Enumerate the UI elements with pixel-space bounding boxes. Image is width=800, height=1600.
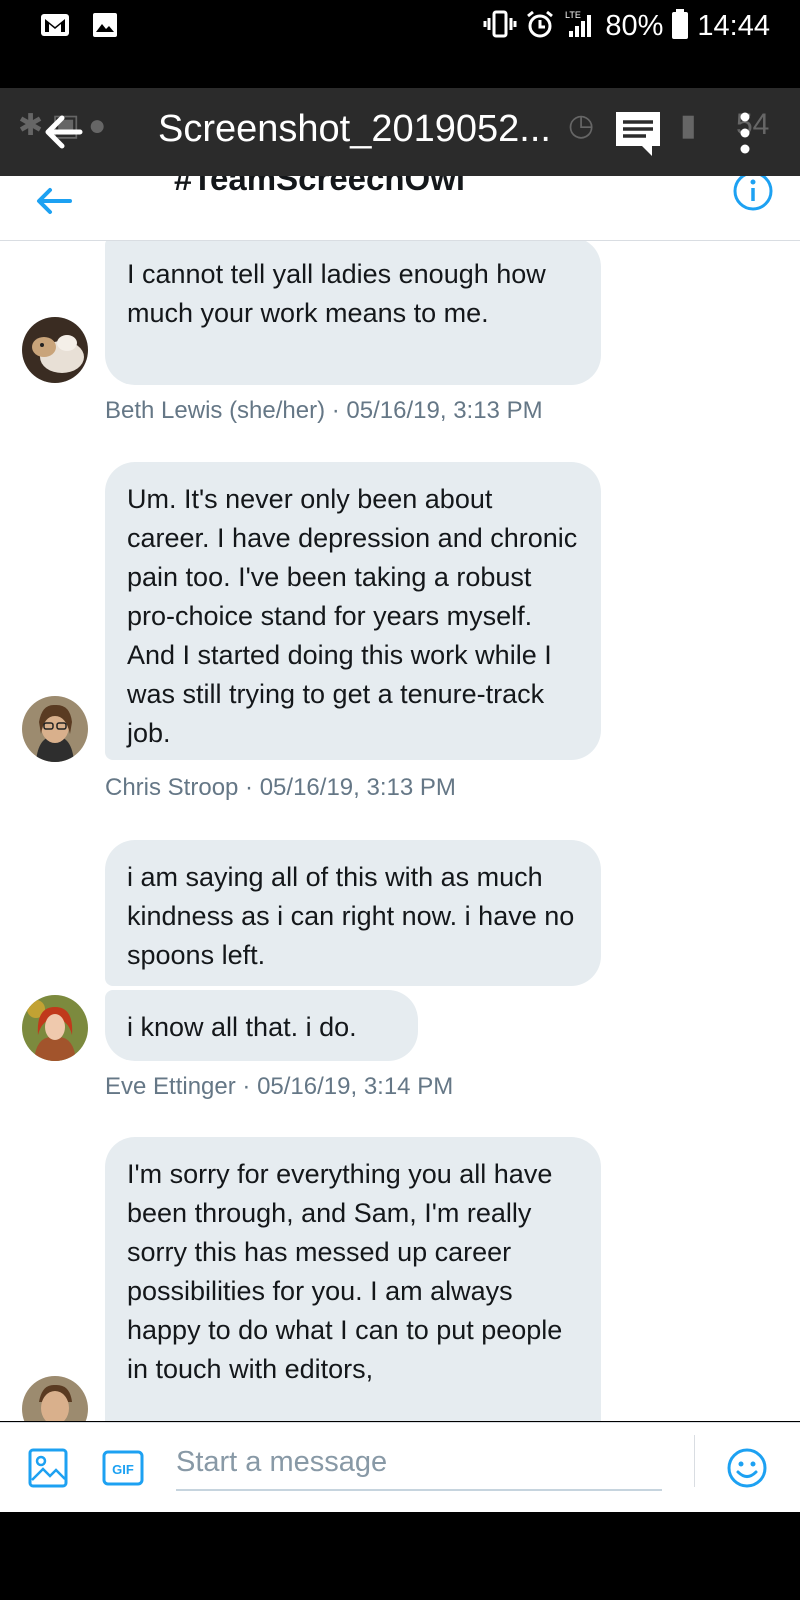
compose-divider — [694, 1435, 695, 1487]
ghost-alarm-icon: ◷ — [568, 109, 595, 142]
avatar-beth[interactable] — [22, 317, 88, 383]
back-arrow-icon[interactable] — [40, 108, 88, 156]
image-viewer-toolbar: ✱ ▣ ● ◷ ▮ 54 Screenshot_2019052... — [0, 88, 800, 176]
comment-icon[interactable] — [612, 108, 664, 160]
viewer-title: Screenshot_2019052... — [158, 108, 551, 150]
message-meta: Chris Stroop · 05/16/19, 3:13 PM — [105, 774, 456, 801]
avatar-chris[interactable] — [22, 696, 88, 762]
info-icon[interactable] — [732, 176, 774, 212]
gmail-icon — [40, 12, 70, 43]
status-bar: LTE 80% 14:44 — [0, 0, 800, 52]
image-upload-icon[interactable] — [28, 1448, 68, 1488]
message-bubble[interactable]: I cannot tell yall ladies enough how muc… — [105, 241, 601, 385]
message-bubble[interactable]: I'm sorry for everything you all have be… — [105, 1137, 601, 1421]
avatar-eve[interactable] — [22, 995, 88, 1061]
battery-icon — [671, 8, 689, 45]
clock: 14:44 — [697, 9, 770, 42]
gallery-icon — [92, 12, 118, 43]
message-meta: Beth Lewis (she/her) · 05/16/19, 3:13 PM — [105, 397, 543, 424]
message-bubble[interactable]: i know all that. i do. — [105, 990, 418, 1061]
svg-text:LTE: LTE — [565, 10, 581, 20]
svg-text:GIF: GIF — [112, 1462, 134, 1477]
gif-icon[interactable]: GIF — [102, 1448, 144, 1488]
avatar-partial[interactable] — [22, 1376, 88, 1421]
header-back-icon[interactable] — [34, 186, 74, 216]
message-input[interactable] — [176, 1435, 662, 1491]
battery-percent: 80% — [605, 9, 664, 42]
more-options-icon[interactable] — [730, 108, 760, 158]
conversation-title: #TeamScreechOwl — [174, 176, 466, 197]
status-spacer — [0, 52, 800, 88]
message-bubble[interactable]: Um. It's never only been about career. I… — [105, 462, 601, 760]
emoji-icon[interactable] — [726, 1447, 768, 1489]
message-bubble[interactable]: i am saying all of this with as much kin… — [105, 840, 601, 986]
alarm-icon — [525, 9, 555, 44]
message-meta: Eve Ettinger · 05/16/19, 3:14 PM — [105, 1073, 454, 1100]
signal-icon: LTE — [563, 9, 597, 44]
ghost-battery-icon: ▮ — [680, 109, 697, 142]
compose-bar: GIF — [0, 1422, 800, 1513]
message-list[interactable]: I cannot tell yall ladies enough how muc… — [0, 241, 800, 1421]
navigation-bar — [0, 1512, 800, 1600]
conversation-header: #TeamScreechOwl — [0, 176, 800, 241]
vibrate-icon — [483, 9, 517, 44]
